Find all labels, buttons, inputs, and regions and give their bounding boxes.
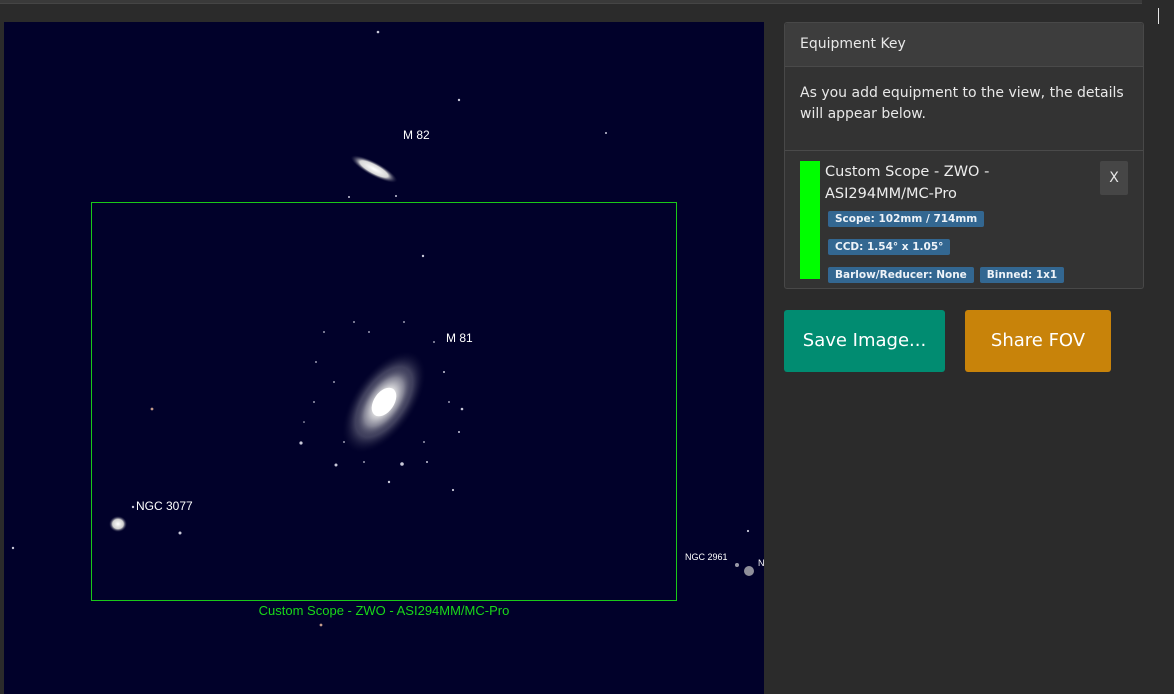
- equipment-key-panel: Equipment Key As you add equipment to th…: [784, 22, 1144, 289]
- scope-badge: Scope: 102mm / 714mm: [828, 211, 985, 227]
- top-toolbar-strip: [0, 0, 1142, 4]
- fov-rectangle: [91, 202, 677, 601]
- equipment-item: Custom Scope - ZWO - ASI294MM/MC-Pro Sco…: [785, 151, 1143, 301]
- text-cursor: [1158, 8, 1159, 24]
- barlow-badge: Barlow/Reducer: None: [828, 267, 974, 283]
- equipment-badges: Scope: 102mm / 714mm CCD: 1.54° x 1.05° Ba…: [828, 207, 1088, 291]
- ngc2961-label: NGC 2961: [685, 552, 728, 562]
- panel-title: Equipment Key: [785, 23, 1143, 67]
- equipment-name: Custom Scope - ZWO - ASI294MM/MC-Pro: [825, 164, 990, 202]
- m82-galaxy: [350, 155, 398, 183]
- equipment-color-swatch: [800, 161, 820, 279]
- share-fov-button[interactable]: Share FOV: [965, 310, 1111, 372]
- save-image-button[interactable]: Save Image...: [784, 310, 945, 372]
- panel-intro-text: As you add equipment to the view, the de…: [785, 67, 1143, 151]
- remove-equipment-button[interactable]: X: [1100, 161, 1128, 195]
- binned-badge: Binned: 1x1: [979, 267, 1065, 283]
- ccd-badge: CCD: 1.54° x 1.05°: [828, 239, 951, 255]
- edge-object-label: N: [758, 558, 764, 568]
- fov-label: Custom Scope - ZWO - ASI294MM/MC-Pro: [258, 603, 510, 618]
- m82-label: M 82: [403, 128, 430, 142]
- sky-view[interactable]: M 82 M 81 NGC 3077 NGC 2961 N Custom Sco…: [4, 22, 764, 694]
